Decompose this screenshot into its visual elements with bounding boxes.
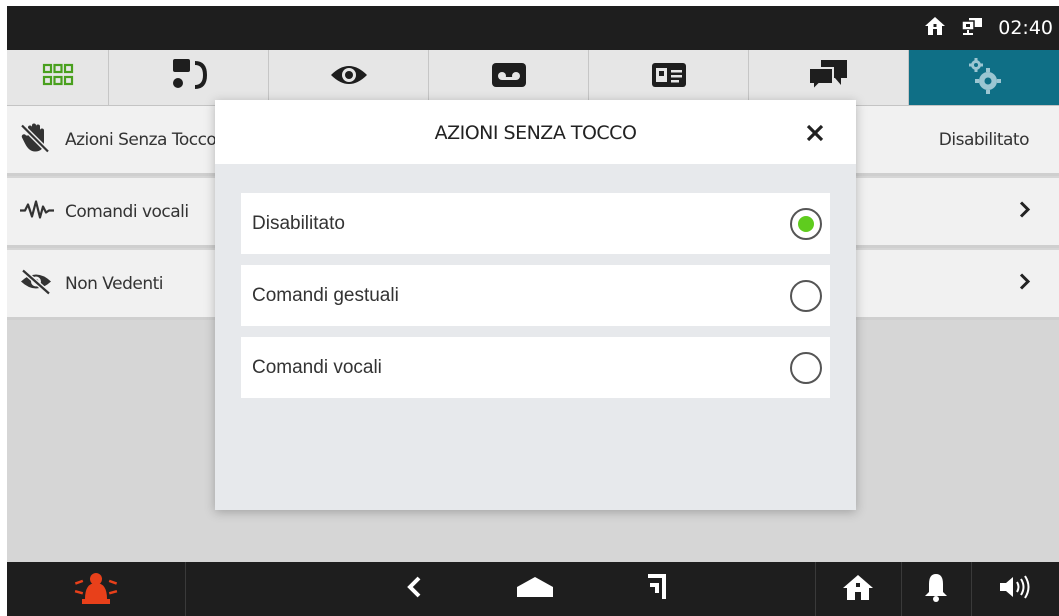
recent-apps-icon bbox=[646, 573, 668, 606]
top-tab-bar bbox=[7, 50, 1059, 106]
tab-apps[interactable] bbox=[7, 50, 109, 105]
dialog-header: AZIONI SENZA TOCCO bbox=[215, 100, 856, 164]
touchless-actions-dialog: AZIONI SENZA TOCCO Disabilitato Comandi … bbox=[215, 100, 856, 510]
back-button[interactable] bbox=[392, 562, 436, 616]
tab-contacts[interactable] bbox=[589, 50, 749, 105]
tab-intercom[interactable] bbox=[109, 50, 269, 105]
option-disabled[interactable]: Disabilitato bbox=[241, 193, 830, 254]
home-icon bbox=[842, 573, 874, 606]
chevron-right-icon bbox=[1019, 272, 1031, 295]
back-icon bbox=[406, 575, 422, 604]
settings-row-label: Non Vedenti bbox=[65, 273, 163, 294]
option-label: Comandi vocali bbox=[252, 356, 382, 378]
bottom-nav-bar bbox=[7, 562, 1059, 616]
status-bar: 02:40 bbox=[7, 6, 1059, 50]
contact-card-icon bbox=[651, 62, 687, 93]
chevron-right-icon bbox=[1019, 200, 1031, 223]
radio-button[interactable] bbox=[790, 279, 822, 312]
settings-row-value: Disabilitato bbox=[938, 129, 1030, 150]
eye-icon bbox=[329, 61, 369, 94]
bell-icon bbox=[924, 572, 948, 607]
home-nav-icon bbox=[515, 576, 555, 603]
alarm-button[interactable] bbox=[7, 562, 185, 616]
alarm-icon bbox=[74, 567, 118, 612]
radio-button[interactable] bbox=[790, 351, 822, 384]
eye-off-icon bbox=[19, 268, 53, 299]
home-button[interactable] bbox=[815, 562, 901, 616]
tab-camera[interactable] bbox=[269, 50, 429, 105]
voicemail-icon bbox=[491, 62, 527, 93]
device-screen: 02:40 Azioni Senza Tocco Disabilitato Co… bbox=[7, 6, 1059, 616]
voice-wave-icon bbox=[19, 198, 55, 225]
chat-icon bbox=[807, 58, 851, 97]
divider bbox=[185, 562, 186, 616]
option-label: Comandi gestuali bbox=[252, 284, 399, 306]
home-nav-button[interactable] bbox=[509, 562, 561, 616]
radio-button[interactable] bbox=[790, 207, 822, 240]
status-indicators: 02:40 bbox=[924, 6, 1053, 50]
settings-gear-icon bbox=[964, 55, 1004, 100]
clock: 02:40 bbox=[998, 17, 1053, 39]
settings-row-label: Comandi vocali bbox=[65, 201, 189, 222]
dialog-title: AZIONI SENZA TOCCO bbox=[434, 122, 637, 144]
home-icon bbox=[924, 16, 946, 41]
option-label: Disabilitato bbox=[252, 212, 345, 234]
volume-icon bbox=[998, 574, 1032, 605]
tab-settings[interactable] bbox=[909, 50, 1059, 105]
settings-row-label: Azioni Senza Tocco bbox=[65, 129, 217, 150]
intercom-icon bbox=[169, 57, 209, 98]
close-icon[interactable] bbox=[804, 122, 826, 144]
recent-apps-button[interactable] bbox=[635, 562, 679, 616]
tab-messages[interactable] bbox=[749, 50, 909, 105]
volume-button[interactable] bbox=[971, 562, 1059, 616]
option-voice-commands[interactable]: Comandi vocali bbox=[241, 337, 830, 398]
radio-dot bbox=[798, 215, 814, 232]
notifications-button[interactable] bbox=[901, 562, 971, 616]
apps-grid-icon bbox=[42, 63, 74, 92]
option-gesture-commands[interactable]: Comandi gestuali bbox=[241, 265, 830, 326]
network-icon bbox=[960, 16, 984, 41]
tab-voicemail[interactable] bbox=[429, 50, 589, 105]
no-touch-hand-icon bbox=[19, 121, 51, 158]
